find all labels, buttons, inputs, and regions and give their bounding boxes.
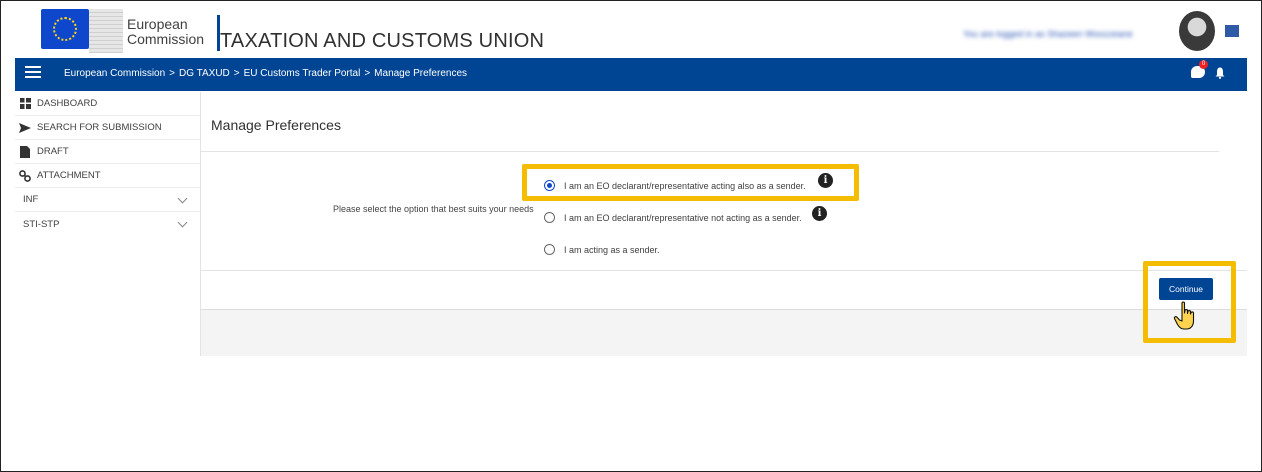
sidebar-item-sti-stp[interactable]: STI-STP <box>15 212 200 236</box>
user-avatar[interactable] <box>1179 11 1215 51</box>
option-declarant-also-sender[interactable]: I am an EO declarant/representative acti… <box>544 180 806 191</box>
sidebar-item-label: STI-STP <box>23 218 60 230</box>
page-title: Manage Preferences <box>211 117 341 133</box>
radio-button[interactable] <box>544 244 555 255</box>
options-prompt-label: Please select the option that best suits… <box>333 204 534 214</box>
option-label: I am an EO declarant/representative not … <box>564 212 802 223</box>
eu-flag-icon <box>41 9 89 49</box>
dashboard-icon <box>19 98 31 110</box>
site-title: TAXATION AND CUSTOMS UNION <box>220 30 545 52</box>
logged-in-user-text: You are logged in as Shazeen Woozzeane <box>963 29 1133 39</box>
user-flag-icon[interactable] <box>1225 25 1239 37</box>
breadcrumb: European Commission > DG TAXUD > EU Customs … <box>64 68 467 79</box>
send-icon <box>19 122 31 134</box>
link-icon <box>19 169 31 182</box>
hamburger-menu-icon[interactable] <box>25 66 41 80</box>
sidebar: DASHBOARD SEARCH FOR SUBMISSION DRAFT AT… <box>15 92 201 356</box>
sidebar-item-inf[interactable]: INF <box>15 188 200 212</box>
option-declarant-not-sender[interactable]: I am an EO declarant/representative not … <box>544 212 802 223</box>
option-label: I am acting as a sender. <box>564 244 660 255</box>
file-icon <box>19 145 31 158</box>
chevron-down-icon <box>177 217 188 228</box>
option-label: I am an EO declarant/representative acti… <box>564 180 806 191</box>
hand-cursor-icon <box>1173 301 1195 330</box>
site-header: European Commission TAXATION AND CUSTOMS… <box>15 3 1247 58</box>
sidebar-item-label: INF <box>23 194 39 205</box>
breadcrumb-dg-taxud[interactable]: DG TAXUD <box>179 68 230 79</box>
logo-line-2: Commission <box>127 31 205 47</box>
notification-badge: 0 <box>1199 60 1208 69</box>
preferences-card: Manage Preferences Please select the opt… <box>201 92 1247 310</box>
actions-divider <box>201 270 1247 271</box>
info-icon[interactable]: i <box>818 173 833 188</box>
bell-icon[interactable] <box>1215 67 1225 79</box>
breadcrumb-european-commission[interactable]: European Commission <box>64 68 165 79</box>
screenshot-frame: European Commission TAXATION AND CUSTOMS… <box>0 0 1262 472</box>
sidebar-item-search-for-submission[interactable]: SEARCH FOR SUBMISSION <box>15 116 200 140</box>
sidebar-item-label: SEARCH FOR SUBMISSION <box>37 122 162 133</box>
european-commission-logo[interactable]: European Commission <box>37 5 220 55</box>
sidebar-item-label: DRAFT <box>37 146 69 157</box>
continue-button[interactable]: Continue <box>1159 278 1213 300</box>
sidebar-item-attachment[interactable]: ATTACHMENT <box>15 164 200 188</box>
breadcrumb-trader-portal[interactable]: EU Customs Trader Portal <box>244 68 361 79</box>
sidebar-item-draft[interactable]: DRAFT <box>15 140 200 164</box>
breadcrumb-separator: > <box>364 68 371 79</box>
sidebar-item-dashboard[interactable]: DASHBOARD <box>15 92 200 116</box>
logo-line-1: European <box>127 16 188 32</box>
chevron-down-icon <box>177 193 188 204</box>
breadcrumb-separator: > <box>169 68 176 79</box>
title-divider <box>201 151 1219 152</box>
top-navbar: European Commission > DG TAXUD > EU Customs … <box>15 58 1247 91</box>
sidebar-item-label: ATTACHMENT <box>37 170 101 181</box>
logo-text: European Commission <box>127 17 204 47</box>
sidebar-item-label: DASHBOARD <box>37 98 98 109</box>
option-sender-only[interactable]: I am acting as a sender. <box>544 244 660 255</box>
logo-fold-decoration <box>89 9 123 53</box>
radio-button[interactable] <box>544 212 555 223</box>
info-icon[interactable]: i <box>812 206 827 221</box>
breadcrumb-current-page: Manage Preferences <box>374 68 468 79</box>
breadcrumb-separator: > <box>233 68 240 79</box>
radio-button-selected[interactable] <box>544 180 555 191</box>
main-content: Manage Preferences Please select the opt… <box>201 92 1247 356</box>
